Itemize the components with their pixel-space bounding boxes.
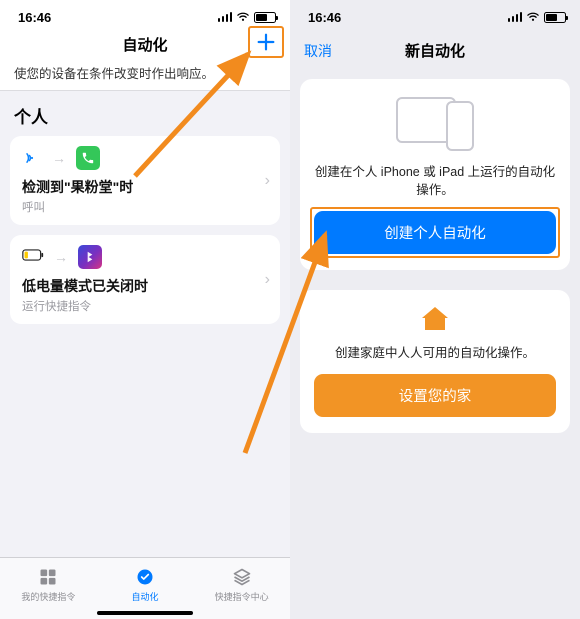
battery-icon: [544, 12, 566, 23]
tab-my-shortcuts[interactable]: 我的快捷指令: [0, 558, 97, 619]
home-automation-card: 创建家庭中人人可用的自动化操作。 设置您的家: [300, 290, 570, 433]
personal-description: 创建在个人 iPhone 或 iPad 上运行的自动化操作。: [314, 163, 556, 199]
status-icons: [218, 12, 277, 23]
devices-icon: [314, 97, 556, 151]
clock-check-icon: [134, 567, 156, 587]
status-time: 16:46: [308, 10, 341, 25]
signal-icon: [508, 12, 523, 22]
setup-home-button[interactable]: 设置您的家: [314, 374, 556, 417]
cancel-button[interactable]: 取消: [304, 41, 332, 61]
arrow-right-icon: →: [52, 249, 70, 265]
tab-bar: 我的快捷指令 自动化 快捷指令中心: [0, 557, 290, 619]
home-indicator[interactable]: [97, 611, 193, 615]
home-description: 创建家庭中人人可用的自动化操作。: [314, 344, 556, 362]
tab-label: 自动化: [132, 590, 159, 603]
automation-item-nfc[interactable]: → 检测到"果粉堂"时 呼叫 ›: [10, 136, 280, 225]
wifi-icon: [236, 12, 250, 22]
nav-bar: 取消 新自动化: [290, 30, 580, 71]
status-icons: [508, 12, 567, 23]
section-personal: 个人: [0, 91, 290, 136]
wifi-icon: [526, 12, 540, 22]
automation-list-screen: 16:46 自动化 使您的设备在条件改变时作出响应。 个人: [0, 0, 290, 619]
phone-app-icon: [76, 146, 100, 170]
signal-icon: [218, 12, 233, 22]
chevron-right-icon: ›: [265, 172, 270, 190]
tab-label: 我的快捷指令: [21, 590, 75, 603]
status-bar: 16:46: [290, 0, 580, 30]
chevron-right-icon: ›: [265, 271, 270, 289]
personal-automation-card: 创建在个人 iPhone 或 iPad 上运行的自动化操作。 创建个人自动化: [300, 79, 570, 270]
layers-icon: [231, 567, 253, 587]
shortcuts-app-icon: [78, 245, 102, 269]
status-time: 16:46: [18, 10, 51, 25]
arrow-right-icon: →: [50, 150, 68, 166]
status-bar: 16:46: [0, 0, 290, 30]
page-subtitle: 使您的设备在条件改变时作出响应。: [0, 63, 290, 91]
add-automation-button[interactable]: [250, 28, 282, 56]
low-battery-icon: [22, 248, 44, 267]
automation-item-battery[interactable]: → 低电量模式已关闭时 运行快捷指令 ›: [10, 235, 280, 324]
home-icon: [314, 304, 556, 334]
tab-label: 快捷指令中心: [215, 590, 269, 603]
plus-icon: [255, 31, 277, 53]
page-title: 自动化: [122, 37, 167, 54]
automation-sub: 运行快捷指令: [22, 298, 268, 314]
automation-title: 低电量模式已关闭时: [22, 276, 268, 296]
grid-icon: [37, 567, 59, 587]
automation-title: 检测到"果粉堂"时: [22, 177, 268, 197]
page-title: 新自动化: [405, 40, 465, 61]
create-personal-automation-button[interactable]: 创建个人自动化: [314, 211, 556, 254]
battery-icon: [254, 12, 276, 23]
nav-bar: 自动化: [0, 30, 290, 63]
tab-automation[interactable]: 自动化: [97, 558, 194, 619]
new-automation-screen: 16:46 取消 新自动化 创建在个人 iPhone 或 iPad 上运行的自动…: [290, 0, 580, 619]
nfc-icon: [22, 148, 42, 168]
tab-gallery[interactable]: 快捷指令中心: [193, 558, 290, 619]
automation-sub: 呼叫: [22, 199, 268, 215]
